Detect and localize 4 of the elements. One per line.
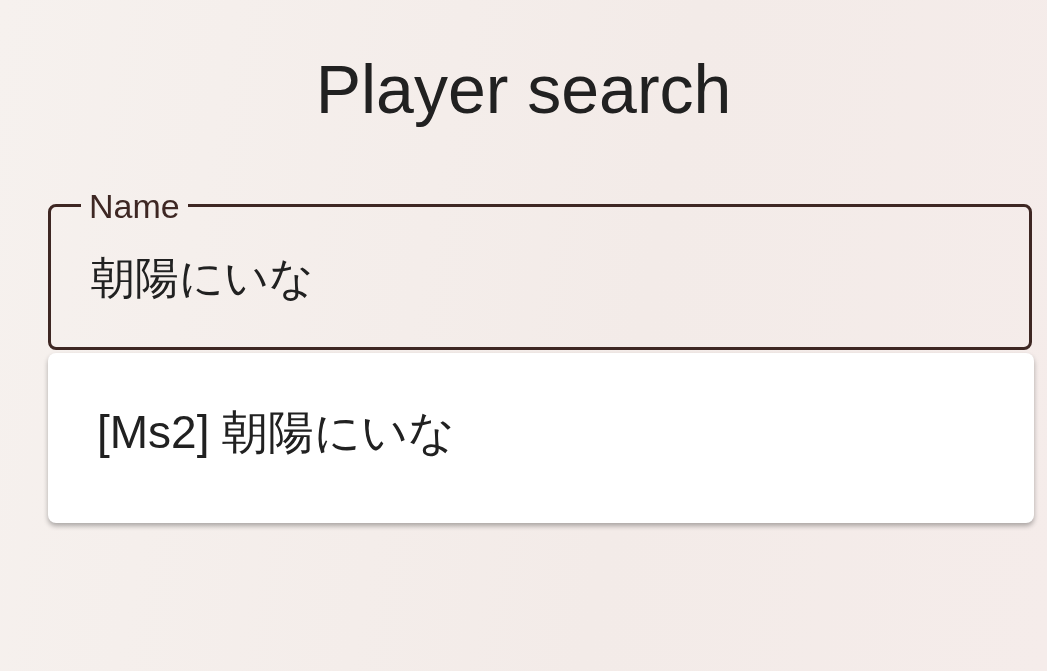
field-label: Name: [88, 188, 181, 223]
name-input-field[interactable]: 朝陽にいな: [91, 222, 989, 325]
suggestion-item[interactable]: [Ms2] 朝陽にいな: [48, 390, 1034, 475]
page-title: Player search: [314, 52, 733, 127]
